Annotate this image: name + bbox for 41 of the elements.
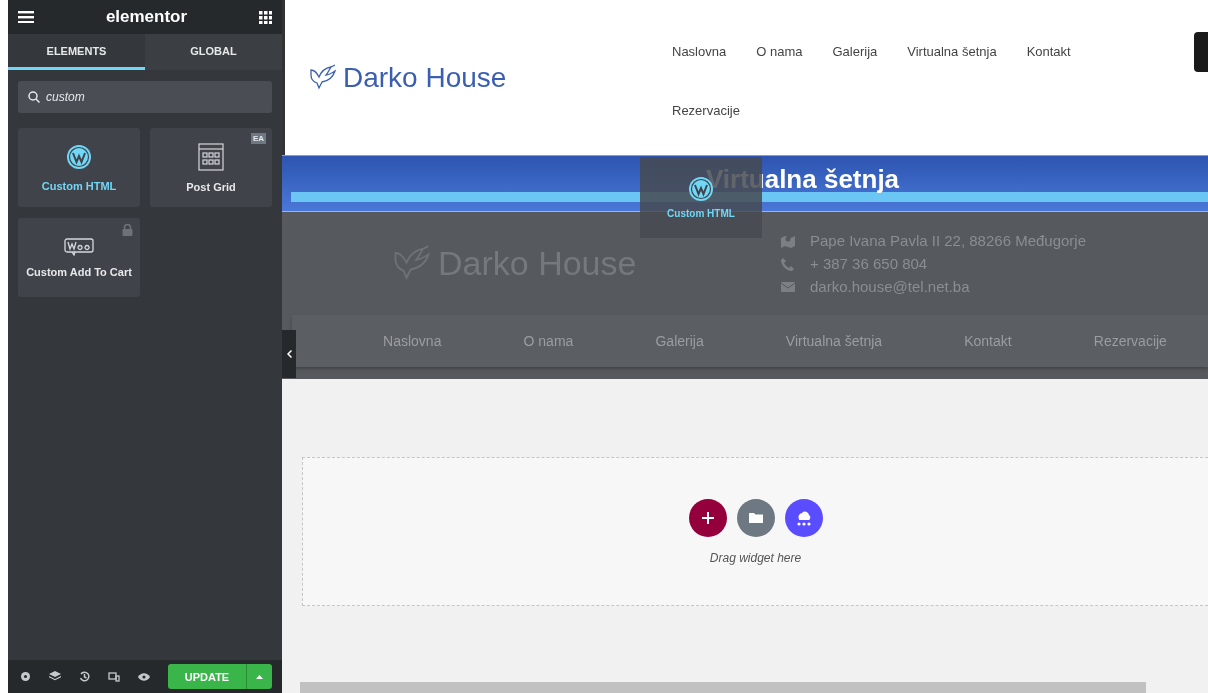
horizontal-scrollbar[interactable] [300, 682, 1146, 693]
add-template-button[interactable] [736, 498, 775, 537]
layers-icon[interactable] [49, 671, 61, 682]
responsive-icon[interactable] [108, 671, 120, 682]
search-field[interactable]: custom [18, 81, 272, 113]
widget-card[interactable]: EA Post Grid [150, 128, 272, 207]
apps-grid-icon[interactable] [259, 10, 272, 24]
add-section-button[interactable] [688, 498, 727, 537]
grid-icon [198, 142, 224, 171]
collapse-panel-button[interactable] [282, 330, 296, 378]
update-options-button[interactable] [246, 664, 272, 689]
search-icon [28, 91, 40, 103]
nav-link[interactable]: Kontakt [1026, 44, 1071, 61]
plus-icon [701, 511, 714, 524]
mail-icon [780, 280, 796, 293]
chevron-left-icon [286, 350, 292, 358]
nav-link[interactable]: Rezervacije [672, 103, 740, 120]
widget-card[interactable]: Custom HTML [18, 128, 140, 207]
panel-tab[interactable]: ELEMENTS [8, 34, 145, 70]
nav-link[interactable]: Naslovna [672, 44, 727, 61]
nav-link[interactable]: O nama [756, 44, 803, 61]
settings-icon[interactable] [20, 671, 31, 682]
drag-preview-label: Custom HTML [667, 208, 735, 219]
wordpress-icon [66, 143, 92, 170]
phone-icon [780, 256, 796, 271]
history-icon[interactable] [79, 671, 90, 682]
drop-hint: Drag widget here [709, 550, 802, 565]
eye-icon[interactable] [138, 672, 150, 681]
map-icon [780, 233, 796, 248]
nav-link[interactable]: Galerija [832, 44, 878, 61]
brand-name: elementor [105, 7, 188, 27]
widget-card[interactable]: Custom Add To Cart [18, 218, 140, 297]
panel-tab[interactable]: GLOBAL [145, 34, 282, 70]
widget-badge: EA [250, 133, 266, 144]
nav-link[interactable]: Virtualna šetnja [907, 44, 997, 61]
site-logo-text[interactable]: Darko House [343, 62, 507, 94]
caret-icon [256, 674, 263, 679]
menu-icon[interactable] [18, 11, 34, 23]
woo-logo-icon [64, 237, 94, 256]
folder-icon [748, 512, 763, 523]
cloud-button[interactable] [784, 498, 823, 537]
